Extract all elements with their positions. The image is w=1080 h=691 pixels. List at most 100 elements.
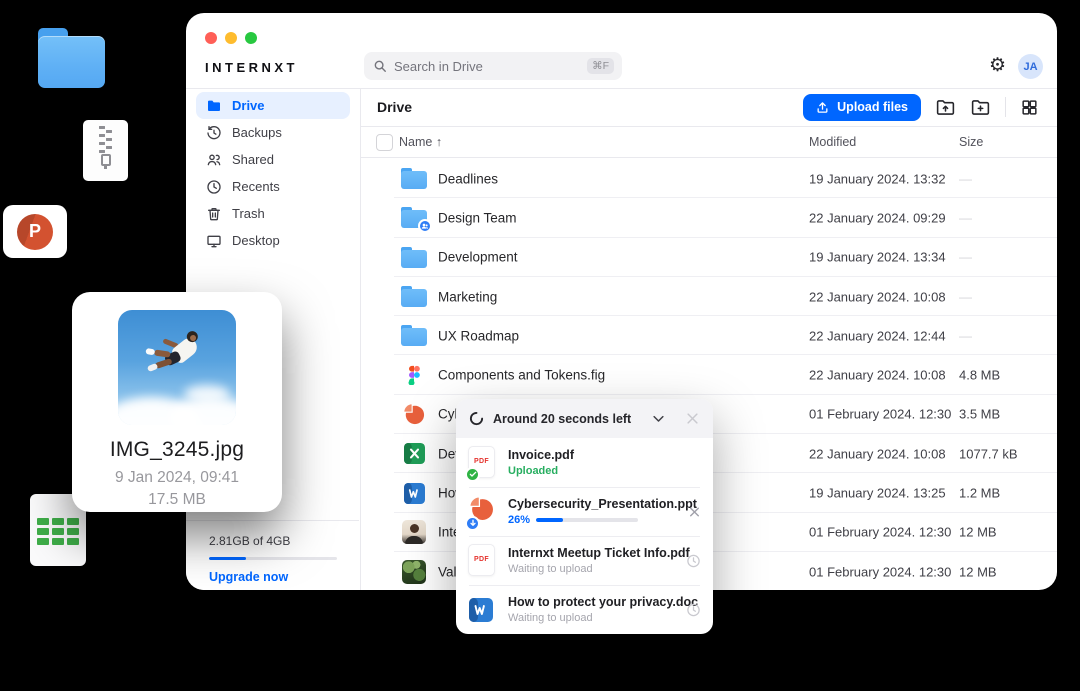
file-size: 4.8 MB [959,368,1000,383]
file-size: 12 MB [959,564,997,579]
powerpoint-logo-icon: P [17,214,53,250]
table-row[interactable]: Marketing 22 January 2024. 10:08 — [361,277,1057,316]
file-name: Design Team [438,210,517,225]
upload-icon [816,101,829,114]
table-row[interactable]: Development 19 January 2024. 13:34 — [361,238,1057,277]
table-row[interactable]: Deadlines 19 January 2024. 13:32 — [361,159,1057,198]
search-input[interactable]: Search in Drive ⌘F [364,52,622,80]
file-size: — [959,171,972,186]
upload-status: Waiting to upload [508,563,713,575]
backup-clock-icon [206,125,222,141]
close-icon [688,505,701,518]
avatar[interactable]: JA [1018,54,1043,79]
uploading-arrow-icon [465,516,480,531]
sidebar-item-shared[interactable]: Shared [196,146,350,173]
storage-progress-bar [209,557,337,560]
storage-progress-fill [209,557,246,560]
popup-title: Around 20 seconds left [493,412,642,426]
toolbar: Drive Upload files [361,88,1057,127]
zipper-pull-icon [101,154,111,166]
file-modified: 22 January 2024. 09:29 [809,210,946,225]
column-header-name[interactable]: Name ↑ [399,135,442,149]
waiting-clock-icon [686,602,701,617]
upload-files-button[interactable]: Upload files [803,94,921,121]
sidebar-nav: Drive Backups Shared Recents Trash Deskt… [196,92,350,254]
sidebar-item-drive[interactable]: Drive [196,92,350,119]
close-popup-button[interactable] [685,411,700,426]
sidebar-item-label: Desktop [232,233,280,248]
upload-item[interactable]: How to protect your privacy.doc Waiting … [456,585,713,634]
page-title: Drive [377,99,412,115]
popup-header: Around 20 seconds left [456,399,713,438]
file-modified: 19 January 2024. 13:25 [809,486,946,501]
sidebar-item-backups[interactable]: Backups [196,119,350,146]
grid-view-icon [1020,98,1039,117]
upload-folder-button[interactable] [935,97,956,118]
shared-folder-icon [401,207,427,228]
upload-status: Uploaded [508,465,713,477]
column-header-modified[interactable]: Modified [809,135,856,149]
file-name: Components and Tokens.fig [438,368,605,383]
grid-view-button[interactable] [1020,98,1039,117]
file-size: — [959,250,972,265]
file-modified: 01 February 2024. 12:30 [809,407,951,422]
table-row[interactable]: Components and Tokens.fig 22 January 202… [361,355,1057,394]
toolbar-separator [1005,97,1006,117]
folder-icon [206,98,222,114]
waiting-clock-icon [686,553,701,568]
file-name: Deadlines [438,171,498,186]
folder-plus-icon [970,97,991,118]
sidebar-item-recents[interactable]: Recents [196,173,350,200]
folder-icon [401,168,427,189]
sidebar-item-label: Backups [232,125,282,140]
clock-icon [206,179,222,195]
spreadsheet-grid-icon [37,518,79,545]
file-size: 1077.7 kB [959,446,1018,461]
select-all-checkbox[interactable] [376,134,393,151]
shared-people-icon [206,152,222,168]
upload-item[interactable]: PDF Internxt Meetup Ticket Info.pdf Wait… [456,536,713,585]
upload-files-label: Upload files [837,100,908,114]
upgrade-now-link[interactable]: Upgrade now [209,570,359,584]
file-modified: 19 January 2024. 13:32 [809,171,946,186]
file-modified: 19 January 2024. 13:34 [809,250,946,265]
upload-status: Waiting to upload [508,612,713,624]
zip-file-icon[interactable] [83,120,128,181]
word-file-icon [404,483,425,504]
photo-thumbnail [402,560,426,584]
search-placeholder: Search in Drive [394,59,580,74]
powerpoint-file-icon[interactable]: P [3,205,67,258]
sidebar-item-label: Drive [232,98,265,113]
folder-icon [401,286,427,307]
file-name: Marketing [438,289,497,304]
table-row[interactable]: Design Team 22 January 2024. 09:29 — [361,198,1057,237]
image-date: 9 Jan 2024, 09:41 [72,469,282,487]
table-row[interactable]: UX Roadmap 22 January 2024. 12:44 — [361,316,1057,355]
upload-item[interactable]: Cybersecurity_Presentation.ppt 26% [456,487,713,536]
upload-progress-fill [536,518,563,522]
search-icon [373,59,387,73]
desktop-folder-icon[interactable] [38,28,105,88]
cancel-upload-button[interactable] [688,505,701,518]
image-preview-card[interactable]: IMG_3245.jpg 9 Jan 2024, 09:41 17.5 MB [72,292,282,512]
file-name: Development [438,250,518,265]
folder-icon [401,247,427,268]
file-modified: 22 January 2024. 12:44 [809,328,946,343]
chevron-down-icon [651,411,666,426]
trash-icon [206,206,222,222]
upload-file-name: Invoice.pdf [508,448,713,462]
uploaded-check-icon [465,467,480,482]
sidebar-item-trash[interactable]: Trash [196,200,350,227]
upload-item[interactable]: PDF Invoice.pdf Uploaded [456,438,713,487]
file-modified: 22 January 2024. 10:08 [809,368,946,383]
collapse-popup-button[interactable] [651,411,666,426]
zipper-icon [99,126,113,154]
desktop-monitor-icon [206,233,222,249]
settings-gear-icon[interactable]: ⚙ [989,55,1006,77]
file-modified: 22 January 2024. 10:08 [809,446,946,461]
search-shortcut-badge: ⌘F [587,58,614,74]
sidebar-item-desktop[interactable]: Desktop [196,227,350,254]
new-folder-button[interactable] [970,97,991,118]
column-header-size[interactable]: Size [959,135,983,149]
storage-usage-label: 2.81GB of 4GB [209,534,359,548]
